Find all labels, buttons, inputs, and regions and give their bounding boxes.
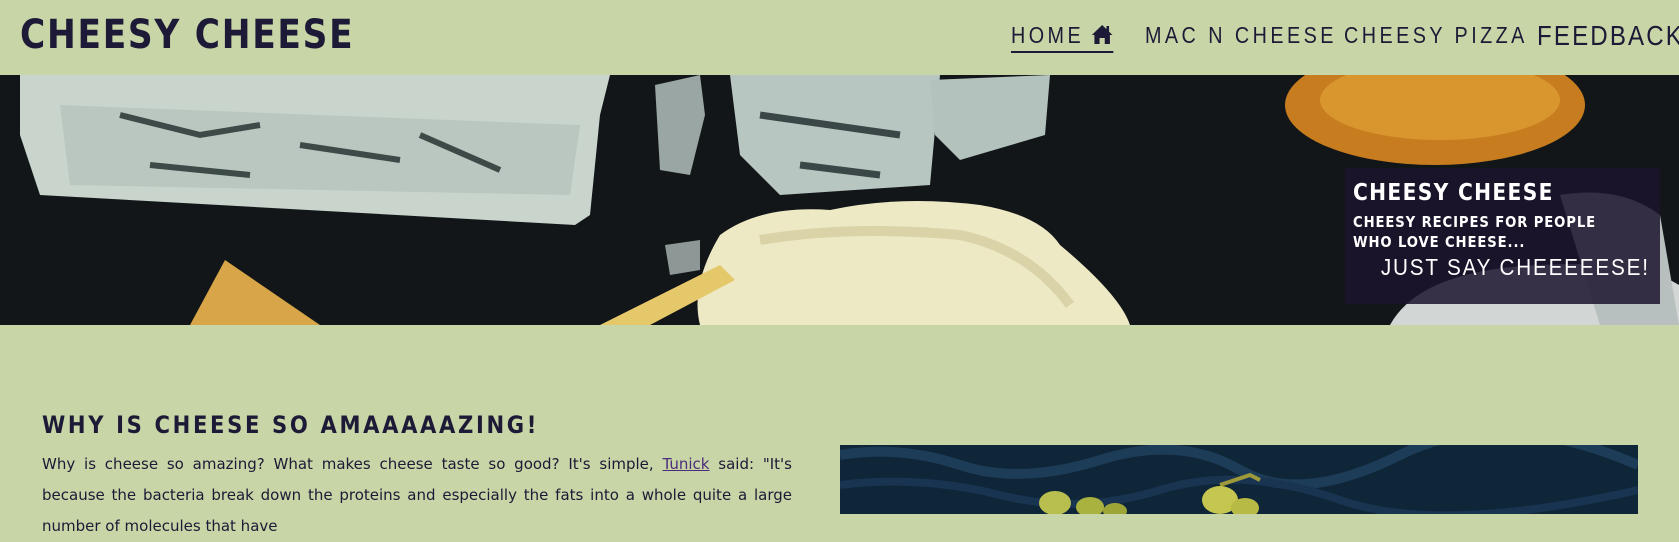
hero-banner: CHEESY CHEESE CHEESY RECIPES FOR PEOPLE … <box>0 75 1679 325</box>
nav-cheesy-pizza[interactable]: CHEESY PIZZA <box>1344 22 1528 49</box>
nav-feedback[interactable]: FEEDBACK <box>1537 20 1679 52</box>
intro-heading: WHY IS CHEESE SO AMAAAAAZING! <box>42 411 540 439</box>
hero-subtitle: CHEESY RECIPES FOR PEOPLE WHO LOVE CHEES… <box>1353 213 1597 251</box>
site-title[interactable]: CHEESY CHEESE <box>20 12 354 58</box>
site-header: CHEESY CHEESE HOME MAC N CHEESE CHEESY P… <box>0 0 1679 75</box>
intro-text-before: Why is cheese so amazing? What makes che… <box>42 455 663 473</box>
grapes-photo <box>840 445 1638 514</box>
intro-text: Why is cheese so amazing? What makes che… <box>42 449 792 542</box>
nav-mac-n-cheese[interactable]: MAC N CHEESE <box>1145 22 1337 49</box>
home-icon <box>1091 25 1113 44</box>
nav-home-label: HOME <box>1011 22 1085 48</box>
hero-caption-box: CHEESY CHEESE CHEESY RECIPES FOR PEOPLE … <box>1345 168 1660 304</box>
hero-title: CHEESY CHEESE <box>1353 180 1554 206</box>
nav-home[interactable]: HOME <box>1011 22 1114 53</box>
hero-tagline: JUST SAY CHEEEEESE! <box>1381 254 1650 280</box>
grapes-image <box>840 445 1638 514</box>
tunick-link[interactable]: Tunick <box>662 455 709 473</box>
